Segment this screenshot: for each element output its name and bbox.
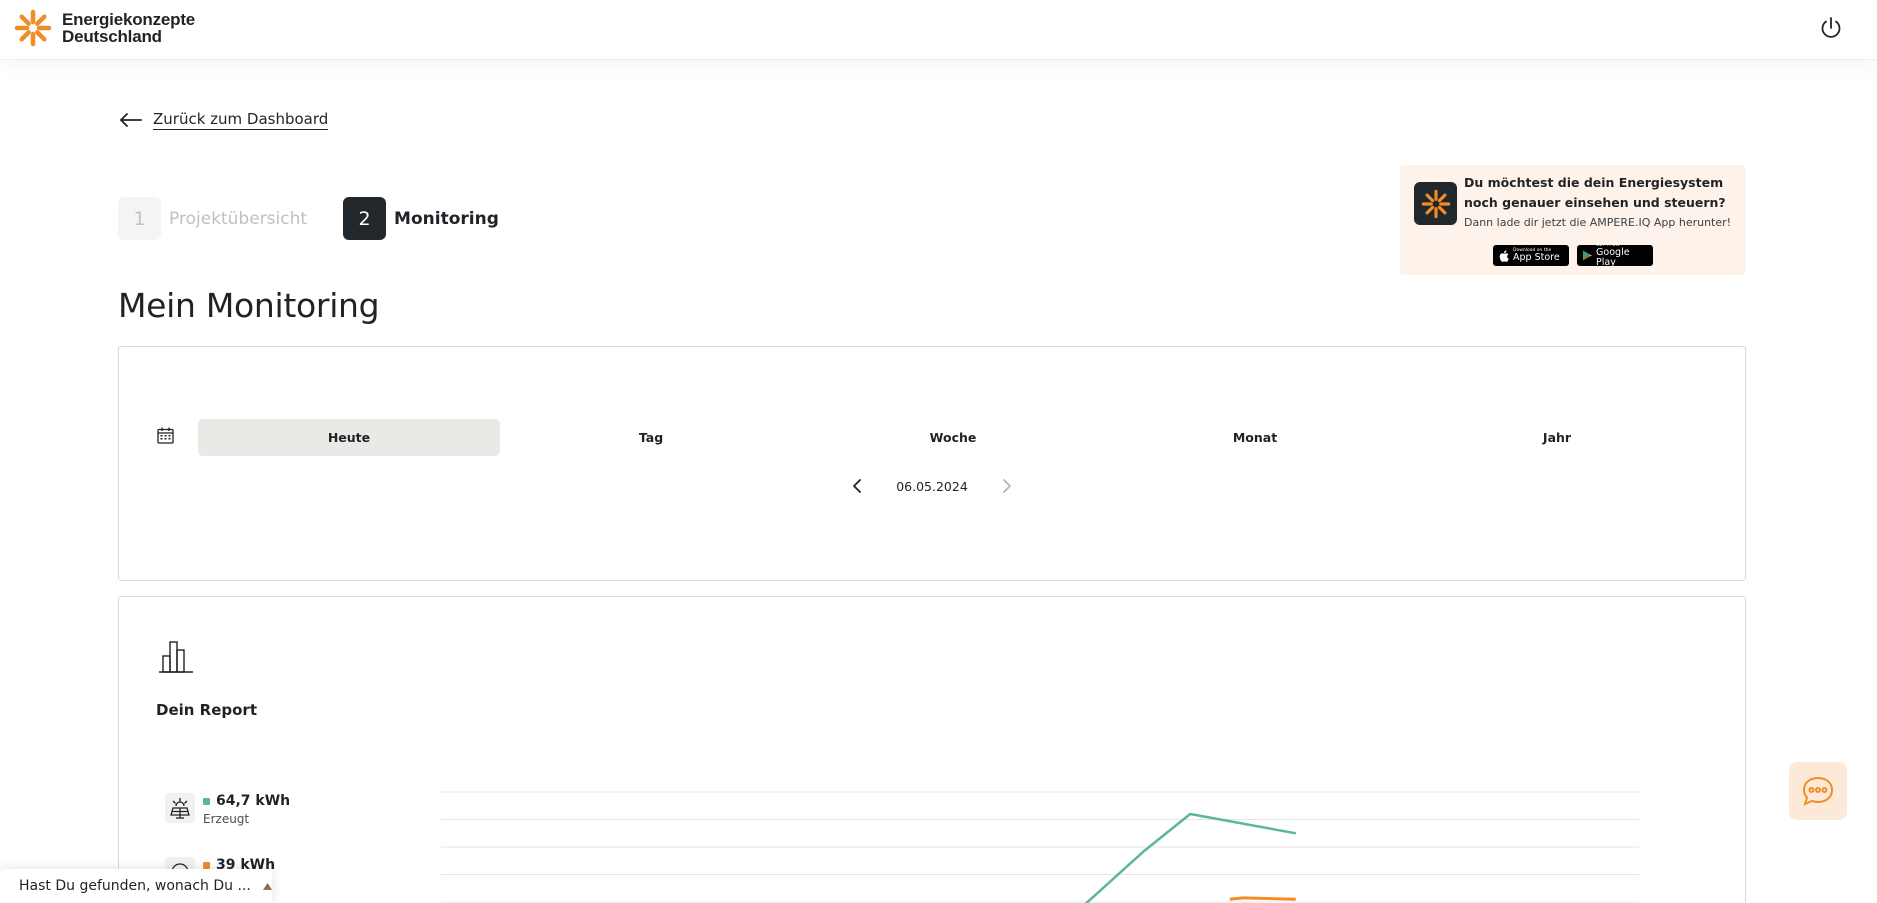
legend-generated: 64,7 kWh Erzeugt [165,793,290,828]
power-icon [1821,17,1841,38]
tab-monat[interactable]: Monat [1104,419,1406,456]
legend-swatch [203,798,210,805]
legend-value: 64,7 kWh [216,793,291,809]
chevron-left-icon [853,479,862,493]
legend-generated-text: 64,7 kWh Erzeugt [203,793,290,828]
triangle-up-icon [262,882,272,890]
google-play-button[interactable]: GET IT ON Google Play [1577,243,1653,268]
tab-tag[interactable]: Tag [500,419,802,456]
calendar-button[interactable] [157,427,174,448]
sun-logo-icon [1421,189,1450,218]
date-navigation: 06.05.2024 [119,474,1745,498]
calendar-icon [157,427,174,444]
back-link-label: Zurück zum Dashboard [153,110,329,130]
report-title: Dein Report [156,701,258,719]
period-tabs: Heute Tag Woche Monat Jahr [198,419,1708,456]
bar-chart-icon [159,639,193,677]
app-icon [1414,182,1457,225]
chevron-right-icon [1002,479,1011,493]
tab-heute[interactable]: Heute [198,419,500,456]
stepper: 1 Projektübersicht 2 Monitoring [118,197,535,240]
step-label: Projektübersicht [169,208,308,229]
back-to-dashboard-link[interactable]: Zurück zum Dashboard [119,110,329,130]
feedback-widget[interactable]: Hast Du gefunden, wonach Du ... [0,869,272,903]
next-date-button[interactable] [992,474,1022,498]
chat-icon [1802,776,1834,806]
power-line-chart: 16kW1412108 [441,791,1639,903]
period-filter-card: Heute Tag Woche Monat Jahr 06.05.2024 [118,346,1746,581]
app-store-big-text: App Store [1513,252,1560,263]
app-store-button[interactable]: Download on the App Store [1493,245,1569,266]
brand-name-line1: Energiekonzepte [62,10,196,29]
app-promo-banner: Du möchtest die dein Energiesystem noch … [1400,165,1746,275]
apple-icon [1499,249,1509,262]
tab-jahr[interactable]: Jahr [1406,419,1708,456]
promo-subtitle: Dann lade dir jetzt die AMPERE.IQ App he… [1464,216,1732,229]
promo-title: Du möchtest die dein Energiesystem noch … [1464,175,1726,210]
google-play-big-text: Google Play [1596,247,1630,268]
current-date: 06.05.2024 [896,478,968,494]
step-projektuebersicht[interactable]: 1 Projektübersicht [118,197,307,240]
solar-panel-icon [165,793,195,823]
report-card: Dein Report 64,7 kWh Erzeugt 39 kWh [118,596,1746,903]
sun-logo-icon [14,9,52,47]
legend-swatch [203,862,210,869]
tab-woche[interactable]: Woche [802,419,1104,456]
series-line [1084,812,1297,903]
legend-label: Erzeugt [203,812,250,826]
brand-name: Energiekonzepte Deutschland [62,11,195,45]
logout-button[interactable] [1817,14,1845,42]
top-bar: Energiekonzepte Deutschland [0,0,1877,60]
series-line [1229,896,1296,901]
step-number: 1 [118,197,161,240]
brand-logo[interactable]: Energiekonzepte Deutschland [14,9,195,47]
feedback-text: Hast Du gefunden, wonach Du ... [19,878,251,894]
page-title: Mein Monitoring [118,286,380,325]
chat-button[interactable] [1789,762,1847,820]
brand-name-line2: Deutschland [62,27,162,46]
step-monitoring[interactable]: 2 Monitoring [343,197,499,240]
step-label: Monitoring [394,208,499,229]
previous-date-button[interactable] [842,474,872,498]
google-play-icon [1583,250,1593,261]
step-number: 2 [343,197,387,240]
arrow-left-icon [120,113,142,127]
